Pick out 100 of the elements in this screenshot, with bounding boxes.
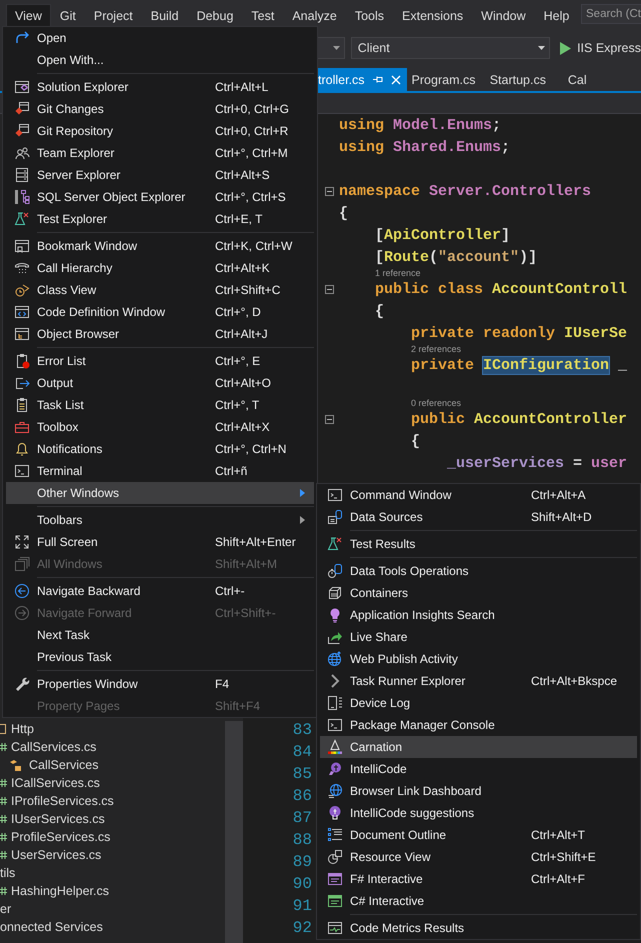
menu-item[interactable]: Bookmark Window Ctrl+K, Ctrl+W [6, 235, 314, 257]
globe-link-icon [327, 783, 343, 799]
menu-bar-item[interactable]: Project [84, 4, 142, 26]
menu-item[interactable]: Code Definition Window Ctrl+°, D [6, 301, 314, 323]
menu-item[interactable]: Browser Link Dashboard [320, 780, 637, 802]
menu-bar-item[interactable]: Analyze [283, 4, 346, 26]
menu-item[interactable]: Data Tools Operations [320, 560, 637, 582]
shortcut-text: Ctrl+Alt+A [531, 488, 587, 502]
menu-item[interactable]: Task Runner Explorer Ctrl+Alt+Bkspce [320, 670, 637, 692]
menu-bar-item[interactable]: View [6, 4, 51, 28]
editor-tab[interactable]: Program.cs [406, 68, 485, 91]
menu-item[interactable]: Full Screen Shift+Alt+Enter [6, 531, 314, 553]
menu-item[interactable]: Web Publish Activity [320, 648, 637, 670]
menu-item[interactable]: Call Hierarchy Ctrl+Alt+K [6, 257, 314, 279]
menu-item[interactable]: F# Interactive Ctrl+Alt+F [320, 868, 637, 890]
menu-bar-item[interactable]: Window [472, 4, 535, 26]
menu-bar-item[interactable]: Test [242, 4, 284, 26]
menu-item[interactable]: Server Explorer Ctrl+Alt+S [6, 164, 314, 186]
menu-item[interactable]: Other Windows [6, 482, 314, 504]
codelens-link[interactable]: 0 references [411, 398, 462, 408]
run-button[interactable]: IIS Express [556, 37, 641, 59]
menu-item[interactable]: C# Interactive [320, 890, 637, 912]
menu-item[interactable]: Error List Ctrl+°, E [6, 350, 314, 372]
shortcut-text: Ctrl+Alt+S [215, 168, 271, 182]
menu-item[interactable]: Carnation [320, 736, 637, 758]
close-icon[interactable] [390, 74, 401, 84]
project-dropdown[interactable]: Client [350, 37, 550, 59]
tree-item[interactable]: UserServices.cs [11, 848, 102, 862]
menu-item[interactable]: Navigate Backward Ctrl+- [6, 580, 314, 602]
menu-item[interactable]: SQL Server Object Explorer Ctrl+°, Ctrl+S [6, 186, 314, 208]
collapse-icon[interactable] [325, 186, 334, 196]
menu-item[interactable]: Open [6, 27, 314, 49]
configuration-dropdown[interactable] [318, 37, 345, 59]
codelens-link[interactable]: 1 reference [375, 268, 421, 278]
shortcut-text: Ctrl+Alt+F [531, 872, 586, 886]
tree-item[interactable]: ProfileServices.cs [11, 830, 110, 844]
tree-item[interactable]: HashingHelper.cs [11, 884, 109, 898]
menu-item[interactable]: Task List Ctrl+°, T [6, 394, 314, 416]
shortcut-text: Ctrl+Alt+O [215, 376, 272, 390]
tree-item[interactable]: tils [0, 866, 16, 880]
menu-item[interactable]: Application Insights Search [320, 604, 637, 626]
terminal-icon [327, 717, 343, 733]
menu-item[interactable]: Resource View Ctrl+Shift+E [320, 846, 637, 868]
menu-item[interactable]: Device Log [320, 692, 637, 714]
flask-icon [327, 536, 343, 552]
collapse-icon[interactable] [325, 284, 334, 294]
menu-item[interactable]: Toolbars [6, 509, 314, 531]
tree-item[interactable]: CallServices [29, 758, 98, 772]
collapse-icon[interactable] [325, 414, 334, 424]
codelens-link[interactable]: 2 references [411, 344, 462, 354]
tree-item[interactable]: ICallServices.cs [11, 776, 100, 790]
tree-item[interactable]: IProfileServices.cs [11, 794, 114, 808]
code-window-icon [14, 304, 30, 320]
menu-item[interactable]: Document Outline Ctrl+Alt+T [320, 824, 637, 846]
menu-bar-item[interactable]: Help [534, 4, 578, 26]
search-field[interactable]: Search (Ct [581, 4, 641, 24]
hash-icon [0, 794, 7, 808]
phone-icon [14, 260, 30, 276]
menu-item[interactable]: Test Results [320, 533, 637, 555]
menu-item[interactable]: IntelliCode suggestions [320, 802, 637, 824]
menu-item[interactable]: Object Browser Ctrl+Alt+J [6, 323, 314, 345]
menu-item[interactable]: IntelliCode [320, 758, 637, 780]
menu-item[interactable]: Package Manager Console [320, 714, 637, 736]
menu-item[interactable]: Next Task [6, 624, 314, 646]
menu-item[interactable]: Test Explorer Ctrl+E, T [6, 208, 314, 230]
menu-bar-item[interactable]: Tools [346, 4, 394, 26]
tree-item[interactable]: CallServices.cs [11, 740, 96, 754]
menu-item[interactable]: Notifications Ctrl+°, Ctrl+N [6, 438, 314, 460]
shortcut-text: Ctrl+Alt+L [215, 80, 270, 94]
editor-tab[interactable]: Startup.cs [484, 68, 563, 91]
tree-item[interactable]: Http [11, 722, 34, 736]
pin-icon[interactable] [372, 75, 383, 84]
code-line: { [339, 204, 348, 222]
menu-item[interactable]: Code Metrics Results [320, 917, 637, 939]
menu-item[interactable]: Git Changes Ctrl+0, Ctrl+G [6, 98, 314, 120]
database-window-icon [327, 509, 343, 525]
menu-item[interactable]: Toolbox Ctrl+Alt+X [6, 416, 314, 438]
menu-item[interactable]: Containers [320, 582, 637, 604]
menu-item[interactable]: Live Share [320, 626, 637, 648]
editor-tab[interactable]: troller.cs [316, 68, 407, 91]
menu-item[interactable]: Class View Ctrl+Shift+C [6, 279, 314, 301]
menu-bar-item[interactable]: Debug [188, 4, 242, 26]
menu-item[interactable]: Properties Window F4 [6, 673, 314, 695]
menu-item[interactable]: Previous Task [6, 646, 314, 668]
menu-item[interactable]: Command Window Ctrl+Alt+A [320, 484, 637, 506]
menu-item[interactable]: Terminal Ctrl+ñ [6, 460, 314, 482]
menu-item[interactable]: Team Explorer Ctrl+°, Ctrl+M [6, 142, 314, 164]
tree-item[interactable]: IUserServices.cs [11, 812, 105, 826]
menu-item[interactable]: Solution Explorer Ctrl+Alt+L [6, 76, 314, 98]
tree-item[interactable]: onnected Services [0, 920, 103, 934]
scrollbar[interactable] [225, 721, 243, 943]
editor-tab[interactable]: Cal [562, 68, 641, 91]
menu-item[interactable]: Output Ctrl+Alt+O [6, 372, 314, 394]
menu-item[interactable]: Open With... [6, 49, 314, 71]
menu-bar-item[interactable]: Extensions [393, 4, 472, 26]
menu-item[interactable]: Data Sources Shift+Alt+D [320, 506, 637, 528]
tree-item[interactable]: er [0, 902, 12, 916]
menu-item[interactable]: Git Repository Ctrl+0, Ctrl+R [6, 120, 314, 142]
menu-bar-item[interactable]: Git [50, 4, 85, 26]
menu-bar-item[interactable]: Build [142, 4, 188, 26]
